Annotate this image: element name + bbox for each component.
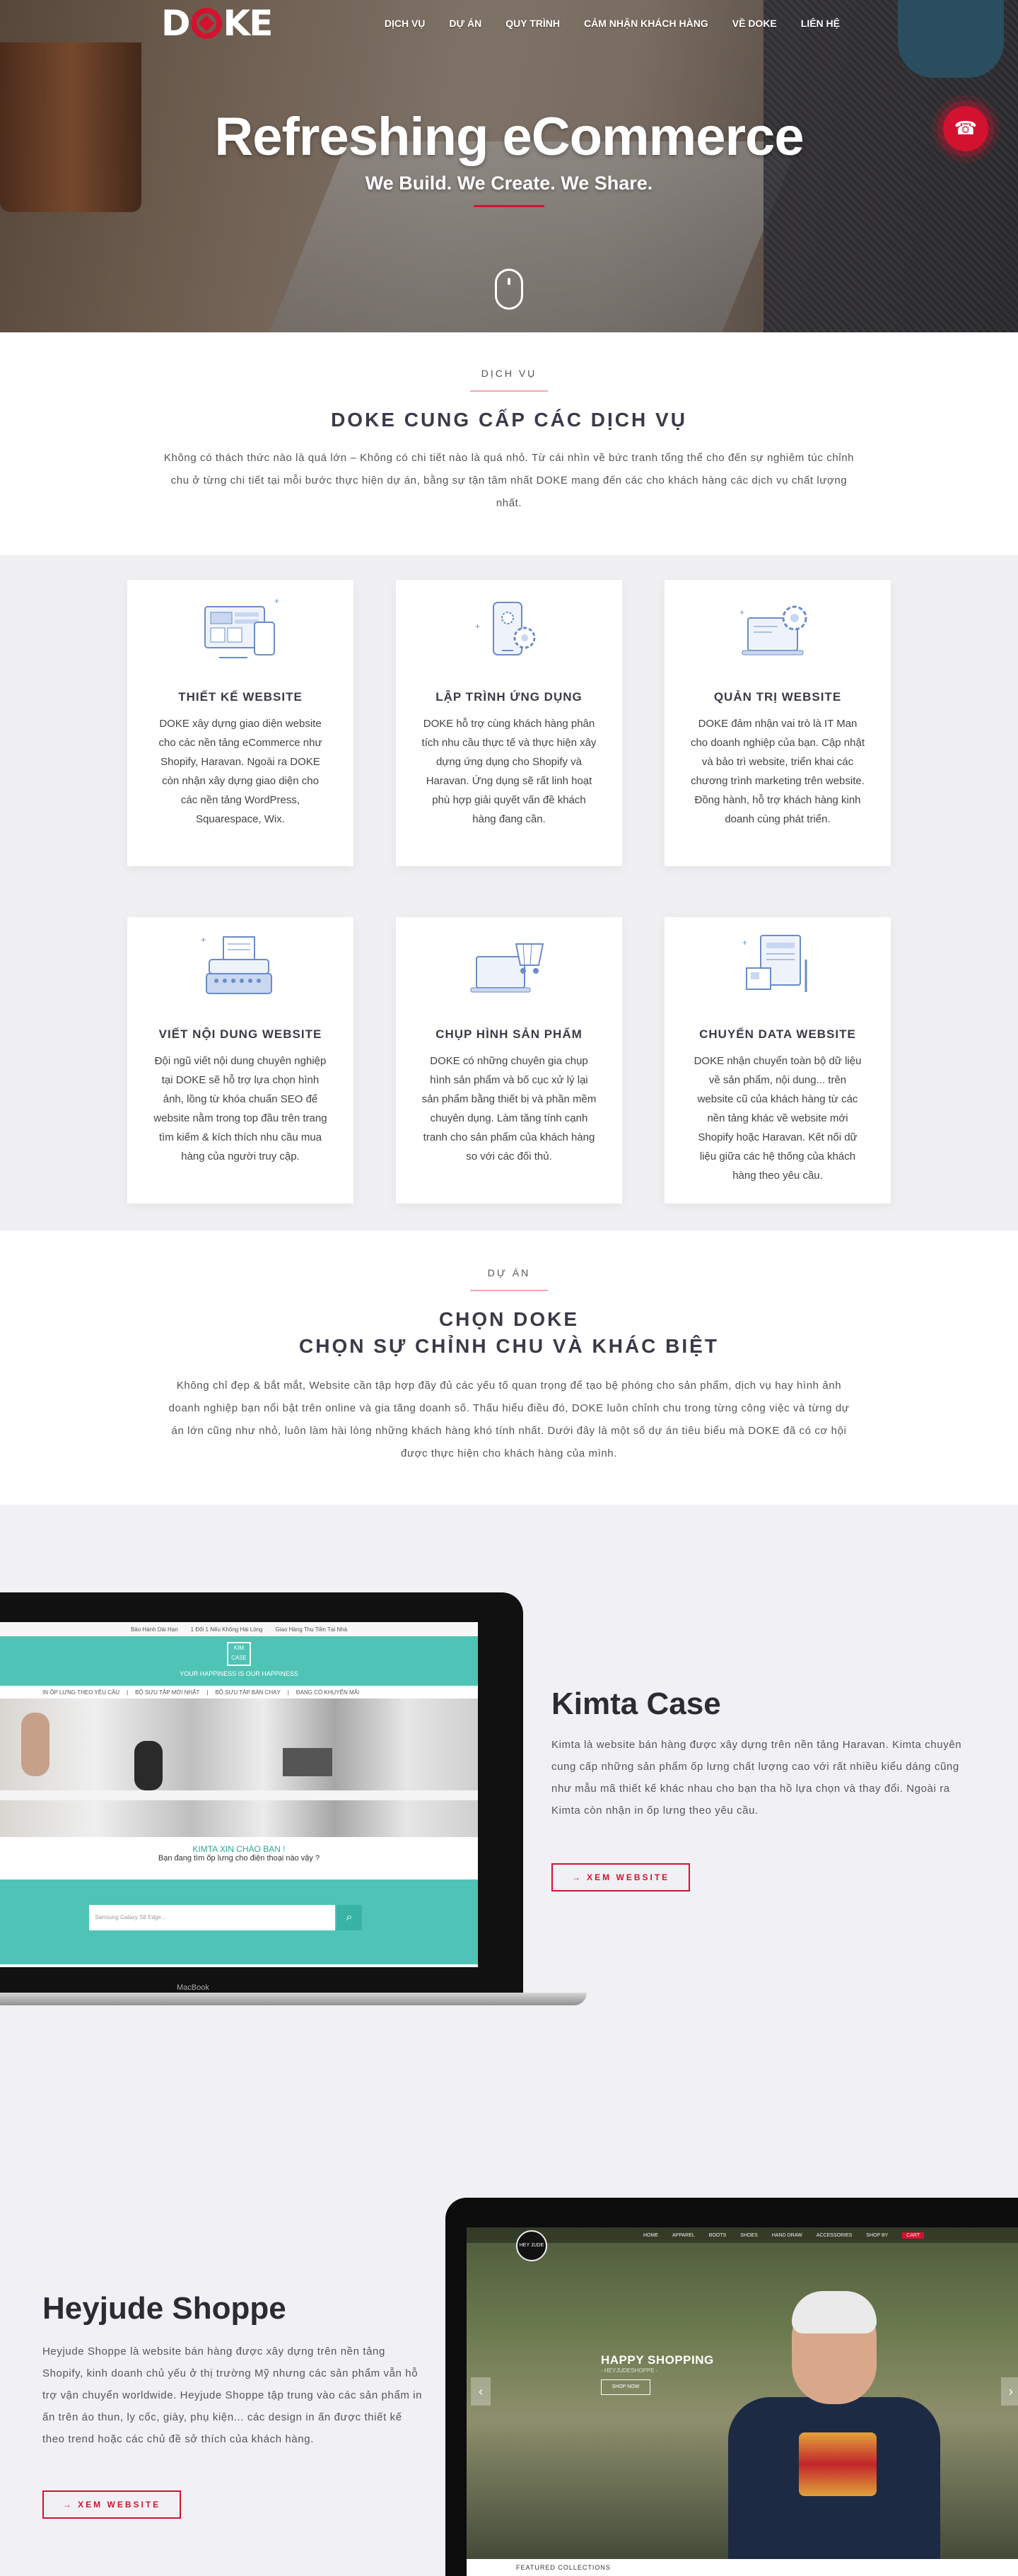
nav-menu: DỊCH VỤ DỰ ÁN QUY TRÌNH CẢM NHẬN KHÁCH H…: [385, 18, 840, 29]
nav-item-contact[interactable]: LIÊN HỆ: [801, 18, 840, 29]
svg-text:+: +: [475, 622, 480, 631]
heyjude-slide-title: HAPPY SHOPPING: [601, 2353, 714, 2367]
data-transfer-icon: +: [742, 935, 807, 992]
hero-divider: [474, 205, 544, 207]
kimta-tagline: YOUR HAPPINESS IS OUR HAPPINESS: [180, 1670, 298, 1677]
hero-banner: D KE DỊCH VỤ DỰ ÁN QUY TRÌNH CẢM NHẬN KHÁ…: [0, 0, 1018, 332]
kimta-search-input: Samsung Galaxy S8 Edge...: [89, 1905, 335, 1930]
kimta-topbar: Bảo Hành Dài Hạn 1 Đổi 1 Nếu Không Hài L…: [0, 1622, 478, 1636]
services-kicker-line: [470, 390, 548, 392]
nav-item-testimonials[interactable]: CẢM NHẬN KHÁCH HÀNG: [584, 18, 708, 29]
device-label: MacBook: [177, 1983, 209, 1992]
svg-text:+: +: [274, 596, 279, 606]
doke-logo[interactable]: D KE: [161, 3, 274, 44]
heyjude-slide-subtitle: - HEYJUDESHOPPE -: [601, 2367, 658, 2374]
heyjude-screenshot: HOME APPAREL BOOTS SHOES HAND DRAW ACCES…: [467, 2227, 1018, 2576]
web-design-icon: +: [204, 596, 279, 658]
svg-text:+: +: [742, 938, 747, 948]
service-text: DOKE xây dựng giao diện website cho các …: [158, 718, 322, 825]
projects-kicker-line: [470, 1290, 548, 1291]
view-website-button-heyjude[interactable]: → XEM WEBSITE: [42, 2490, 181, 2519]
service-title: LẬP TRÌNH ỨNG DỤNG: [435, 690, 583, 704]
project-title-kimta: Kimta Case: [551, 1686, 721, 1721]
project-title-heyjude: Heyjude Shoppe: [42, 2291, 286, 2326]
projects-intro: Không chỉ đẹp & bắt mắt, Website cần tập…: [168, 1380, 850, 1459]
heyjude-model-photo: [728, 2270, 940, 2576]
logo-o-icon: [190, 8, 222, 39]
projects-kicker: DỰ ÁN: [487, 1267, 531, 1278]
service-card-data-transfer: + CHUYỂN DATA WEBSITE DOKE nhận chuyển t…: [665, 917, 891, 1204]
website-admin-icon: +: [739, 605, 807, 655]
hero-title: Refreshing eCommerce: [214, 107, 804, 167]
hero-subtitle: We Build. We Create. We Share.: [365, 173, 653, 194]
chevron-right-icon: ›: [1001, 2377, 1018, 2406]
services-kicker: DỊCH VỤ: [481, 368, 537, 379]
kimta-search-band: Samsung Galaxy S8 Edge... ⌕: [0, 1879, 478, 1964]
kimta-hero-photo: [0, 1698, 478, 1837]
heyjude-menu: HOME APPAREL BOOTS SHOES HAND DRAW ACCES…: [467, 2227, 1018, 2243]
service-text: Đội ngũ viết nội dung chuyên nghiệp tại …: [153, 1055, 327, 1162]
service-card-app-development: + LẬP TRÌNH ỨNG DỤNG DOKE hỗ trợ cùng kh…: [396, 580, 622, 866]
service-text: DOKE nhận chuyển toàn bộ dữ liệu về sản …: [694, 1055, 862, 1182]
projects-title-line1: CHỌN DOKE: [438, 1308, 580, 1330]
nav-item-projects[interactable]: DỰ ÁN: [449, 18, 481, 29]
kimta-welcome: KIMTA XIN CHÀO BẠN !: [192, 1844, 286, 1854]
main-nav: D KE DỊCH VỤ DỰ ÁN QUY TRÌNH CẢM NHẬN KHÁ…: [0, 0, 1018, 49]
heyjude-featured-label: FEATURED COLLECTIONS: [467, 2559, 1018, 2576]
service-card-website-admin: + QUẢN TRỊ WEBSITE DOKE đảm nhận vai trò…: [665, 580, 891, 866]
project-desc-heyjude: Heyjude Shoppe là website bán hàng được …: [42, 2345, 423, 2445]
kimta-laptop-mockup: Bảo Hành Dài Hạn 1 Đổi 1 Nếu Không Hài L…: [0, 1592, 587, 2005]
svg-text:+: +: [201, 935, 206, 945]
mouse-scroll-icon[interactable]: [495, 269, 523, 310]
kimta-menu: IN ỐP LƯNG THEO YÊU CẦU | BỘ SƯU TẬP MỚI …: [42, 1689, 360, 1696]
service-text: DOKE đảm nhận vai trò là IT Man cho doan…: [690, 718, 865, 825]
nav-item-process[interactable]: QUY TRÌNH: [505, 18, 560, 29]
service-title: CHUYỂN DATA WEBSITE: [699, 1027, 856, 1041]
services-intro: Không có thách thức nào là quá lớn – Khô…: [163, 452, 855, 509]
kimta-header: KIM CASE YOUR HAPPINESS IS OUR HAPPINESS: [0, 1636, 478, 1686]
svg-text:+: +: [739, 607, 744, 617]
app-development-icon: +: [475, 602, 536, 655]
typewriter-icon: +: [201, 935, 272, 994]
services-title: DOKE CUNG CẤP CÁC DỊCH VỤ: [331, 409, 687, 431]
search-icon: ⌕: [337, 1905, 362, 1930]
project-desc-kimta: Kimta là website bán hàng được xây dựng …: [551, 1739, 962, 1817]
nav-item-about[interactable]: VỀ DOKE: [732, 18, 777, 29]
chevron-left-icon: ‹: [471, 2377, 491, 2406]
kimta-question: Bạn đang tìm ốp lưng cho điện thoại nào …: [158, 1854, 320, 1863]
service-card-content-writing: + VIẾT NỘI DUNG WEBSITE Đội ngũ viết nội…: [127, 917, 353, 1204]
service-text: DOKE có những chuyên gia chụp hình sản p…: [421, 1055, 597, 1162]
view-website-button-kimta[interactable]: → XEM WEBSITE: [551, 1863, 690, 1892]
service-title: CHỤP HÌNH SẢN PHẨM: [435, 1027, 583, 1041]
service-title: VIẾT NỘI DUNG WEBSITE: [158, 1027, 322, 1041]
heyjude-laptop-mockup: HOME APPAREL BOOTS SHOES HAND DRAW ACCES…: [445, 2198, 1018, 2576]
product-photo-icon: [470, 943, 544, 993]
kimta-logo: KIM CASE: [227, 1642, 251, 1666]
service-card-web-design: + THIẾT KẾ WEBSITE DOKE xây dựng giao di…: [127, 580, 353, 866]
service-title: QUẢN TRỊ WEBSITE: [713, 690, 842, 704]
phone-icon[interactable]: ☎: [943, 106, 988, 151]
nav-item-services[interactable]: DỊCH VỤ: [385, 18, 426, 29]
service-text: DOKE hỗ trợ cùng khách hàng phân tích nh…: [421, 718, 597, 825]
kimta-screenshot: Bảo Hành Dài Hạn 1 Đổi 1 Nếu Không Hài L…: [0, 1622, 478, 1967]
service-title: THIẾT KẾ WEBSITE: [178, 690, 303, 704]
projects-title-line2: CHỌN SỰ CHỈNH CHU VÀ KHÁC BIỆT: [299, 1335, 719, 1357]
heyjude-logo: HEY JUDE: [516, 2230, 547, 2261]
heyjude-shop-now: SHOP NOW: [601, 2379, 650, 2395]
service-card-product-photo: CHỤP HÌNH SẢN PHẨM DOKE có những chuyên …: [396, 917, 622, 1204]
